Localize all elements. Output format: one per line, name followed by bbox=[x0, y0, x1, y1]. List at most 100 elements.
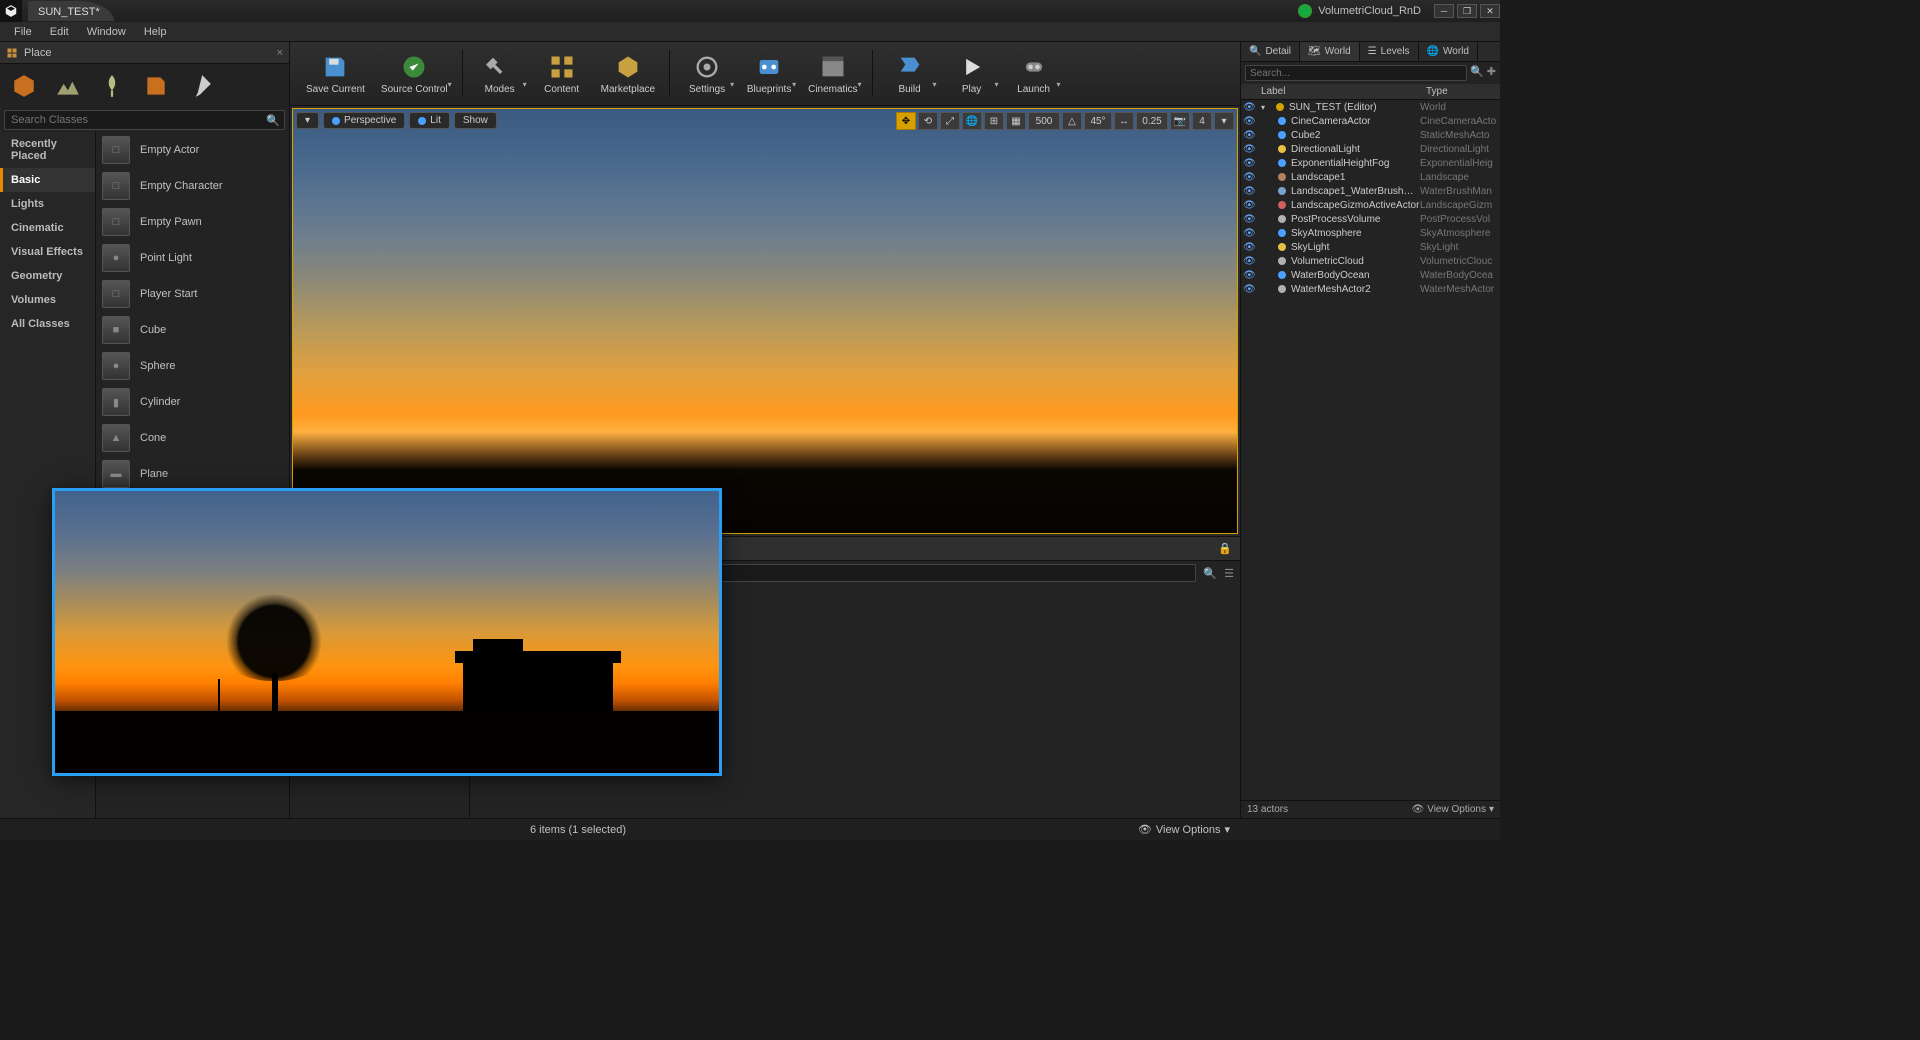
level-viewport[interactable]: ▾ Perspective Lit Show ✥ ⟲ ⤢ 🌐 ⊞ ▦ 500 △… bbox=[292, 108, 1238, 534]
toolbar-modes-button[interactable]: Modes▾ bbox=[471, 44, 529, 103]
tab-detail-0[interactable]: 🔍Detail bbox=[1241, 42, 1300, 61]
mode-mesh-paint-icon[interactable] bbox=[140, 70, 172, 102]
outliner-row-landscape1[interactable]: 👁Landscape1Landscape bbox=[1241, 170, 1500, 184]
viewport-options-button[interactable]: ▾ bbox=[296, 112, 319, 129]
mode-foliage-icon[interactable] bbox=[96, 70, 128, 102]
toolbar-source-control-button[interactable]: Source Control▾ bbox=[375, 44, 454, 103]
outliner-row-landscapegizmoactiveactor[interactable]: 👁LandscapeGizmoActiveActorLandscapeGizm bbox=[1241, 198, 1500, 212]
menu-help[interactable]: Help bbox=[136, 24, 175, 40]
visibility-eye-icon[interactable]: 👁 bbox=[1243, 228, 1257, 239]
outliner-view-options[interactable]: 👁 View Options ▾ bbox=[1412, 804, 1494, 815]
outliner-row-directionallight[interactable]: 👁DirectionalLightDirectionalLight bbox=[1241, 142, 1500, 156]
toolbar-launch-button[interactable]: Launch▾ bbox=[1005, 44, 1063, 103]
outliner-row-exponentialheightfog[interactable]: 👁ExponentialHeightFogExponentialHeig bbox=[1241, 156, 1500, 170]
content-settings-icon[interactable]: ☰ bbox=[1224, 567, 1234, 580]
actor-cylinder[interactable]: ▮Cylinder bbox=[96, 384, 289, 420]
actor-cube[interactable]: ■Cube bbox=[96, 312, 289, 348]
outliner-row-skyatmosphere[interactable]: 👁SkyAtmosphereSkyAtmosphere bbox=[1241, 226, 1500, 240]
surface-snap-icon[interactable]: ⊞ bbox=[984, 112, 1004, 130]
outliner-row-landscape1-waterbrushmana[interactable]: 👁Landscape1_WaterBrushManaWaterBrushMan bbox=[1241, 184, 1500, 198]
transform-move-icon[interactable]: ✥ bbox=[896, 112, 916, 130]
rotation-snap-icon[interactable]: △ bbox=[1062, 112, 1082, 130]
place-category-basic[interactable]: Basic bbox=[0, 168, 95, 192]
restore-button[interactable]: ❐ bbox=[1457, 4, 1477, 18]
place-search-input[interactable] bbox=[5, 114, 262, 126]
outliner-row-postprocessvolume[interactable]: 👁PostProcessVolumePostProcessVol bbox=[1241, 212, 1500, 226]
mode-select-icon[interactable] bbox=[8, 70, 40, 102]
visibility-eye-icon[interactable]: 👁 bbox=[1243, 256, 1257, 267]
toolbar-play-button[interactable]: Play▾ bbox=[943, 44, 1001, 103]
transform-rotate-icon[interactable]: ⟲ bbox=[918, 112, 938, 130]
visibility-eye-icon[interactable]: 👁 bbox=[1243, 270, 1257, 281]
actor-plane[interactable]: ▬Plane bbox=[96, 456, 289, 492]
outliner-row-watermeshactor2[interactable]: 👁WaterMeshActor2WaterMeshActor bbox=[1241, 282, 1500, 296]
visibility-eye-icon[interactable]: 👁 bbox=[1243, 186, 1257, 197]
actor-player-start[interactable]: □Player Start bbox=[96, 276, 289, 312]
place-category-lights[interactable]: Lights bbox=[0, 192, 95, 216]
place-category-geometry[interactable]: Geometry bbox=[0, 264, 95, 288]
content-lock-icon[interactable]: 🔒 bbox=[1218, 542, 1232, 555]
place-category-all-classes[interactable]: All Classes bbox=[0, 312, 95, 336]
place-category-visual-effects[interactable]: Visual Effects bbox=[0, 240, 95, 264]
scale-snap-icon[interactable]: ↔ bbox=[1114, 112, 1134, 130]
tab-levels-2[interactable]: ☰Levels bbox=[1360, 42, 1419, 61]
toolbar-blueprints-button[interactable]: Blueprints▾ bbox=[740, 44, 798, 103]
scale-snap-value[interactable]: 0.25 bbox=[1136, 112, 1168, 130]
transform-scale-icon[interactable]: ⤢ bbox=[940, 112, 960, 130]
outliner-col-label[interactable]: Label bbox=[1241, 84, 1422, 99]
outliner-add-icon[interactable]: ✚ bbox=[1487, 65, 1496, 81]
coordinate-space-icon[interactable]: 🌐 bbox=[962, 112, 982, 130]
place-category-cinematic[interactable]: Cinematic bbox=[0, 216, 95, 240]
source-control-badge[interactable]: VolumetriCloud_RnD bbox=[1298, 4, 1421, 18]
visibility-eye-icon[interactable]: 👁 bbox=[1243, 214, 1257, 225]
grid-snap-icon[interactable]: ▦ bbox=[1006, 112, 1026, 130]
menu-file[interactable]: File bbox=[6, 24, 40, 40]
tab-world-3[interactable]: 🌐World bbox=[1419, 42, 1478, 61]
visibility-eye-icon[interactable]: 👁 bbox=[1243, 102, 1257, 113]
outliner-row-cinecameraactor[interactable]: 👁CineCameraActorCineCameraActo bbox=[1241, 114, 1500, 128]
visibility-eye-icon[interactable]: 👁 bbox=[1243, 158, 1257, 169]
visibility-eye-icon[interactable]: 👁 bbox=[1243, 172, 1257, 183]
viewport-maximize-icon[interactable]: ▾ bbox=[1214, 112, 1234, 130]
outliner-row-waterbodyocean[interactable]: 👁WaterBodyOceanWaterBodyOcea bbox=[1241, 268, 1500, 282]
toolbar-content-button[interactable]: Content bbox=[533, 44, 591, 103]
place-category-volumes[interactable]: Volumes bbox=[0, 288, 95, 312]
close-window-button[interactable]: ✕ bbox=[1480, 4, 1500, 18]
place-category-recently-placed[interactable]: Recently Placed bbox=[0, 132, 95, 168]
level-tab[interactable]: SUN_TEST* bbox=[28, 1, 114, 21]
place-panel-close-button[interactable]: × bbox=[277, 47, 283, 59]
camera-speed-value[interactable]: 4 bbox=[1192, 112, 1212, 130]
viewport-lit-button[interactable]: Lit bbox=[409, 112, 450, 129]
actor-cone[interactable]: ▲Cone bbox=[96, 420, 289, 456]
content-view-options[interactable]: 👁 View Options ▾ bbox=[1138, 823, 1230, 836]
mode-brush-icon[interactable] bbox=[184, 70, 216, 102]
outliner-row-skylight[interactable]: 👁SkyLightSkyLight bbox=[1241, 240, 1500, 254]
outliner-row-sun-test-editor-[interactable]: 👁▾SUN_TEST (Editor)World bbox=[1241, 100, 1500, 114]
actor-sphere[interactable]: ●Sphere bbox=[96, 348, 289, 384]
toolbar-save-current-button[interactable]: Save Current bbox=[300, 44, 371, 103]
visibility-eye-icon[interactable]: 👁 bbox=[1243, 144, 1257, 155]
toolbar-cinematics-button[interactable]: Cinematics▾ bbox=[802, 44, 863, 103]
actor-empty-pawn[interactable]: □Empty Pawn bbox=[96, 204, 289, 240]
visibility-eye-icon[interactable]: 👁 bbox=[1243, 116, 1257, 127]
actor-empty-actor[interactable]: □Empty Actor bbox=[96, 132, 289, 168]
actor-point-light[interactable]: ●Point Light bbox=[96, 240, 289, 276]
outliner-search-input[interactable] bbox=[1245, 65, 1467, 81]
outliner-row-volumetriccloud[interactable]: 👁VolumetricCloudVolumetricClouc bbox=[1241, 254, 1500, 268]
reference-image-overlay[interactable] bbox=[52, 488, 722, 776]
outliner-row-cube2[interactable]: 👁Cube2StaticMeshActo bbox=[1241, 128, 1500, 142]
toolbar-marketplace-button[interactable]: Marketplace bbox=[595, 44, 661, 103]
grid-snap-value[interactable]: 500 bbox=[1028, 112, 1060, 130]
actor-empty-character[interactable]: □Empty Character bbox=[96, 168, 289, 204]
camera-speed-icon[interactable]: 📷 bbox=[1170, 112, 1190, 130]
viewport-perspective-button[interactable]: Perspective bbox=[323, 112, 405, 129]
menu-edit[interactable]: Edit bbox=[42, 24, 77, 40]
visibility-eye-icon[interactable]: 👁 bbox=[1243, 130, 1257, 141]
rotation-snap-value[interactable]: 45° bbox=[1084, 112, 1112, 130]
place-search[interactable]: 🔍 bbox=[4, 110, 285, 130]
visibility-eye-icon[interactable]: 👁 bbox=[1243, 284, 1257, 295]
tree-expand-icon[interactable]: ▾ bbox=[1261, 103, 1271, 112]
visibility-eye-icon[interactable]: 👁 bbox=[1243, 200, 1257, 211]
visibility-eye-icon[interactable]: 👁 bbox=[1243, 242, 1257, 253]
toolbar-settings-button[interactable]: Settings▾ bbox=[678, 44, 736, 103]
